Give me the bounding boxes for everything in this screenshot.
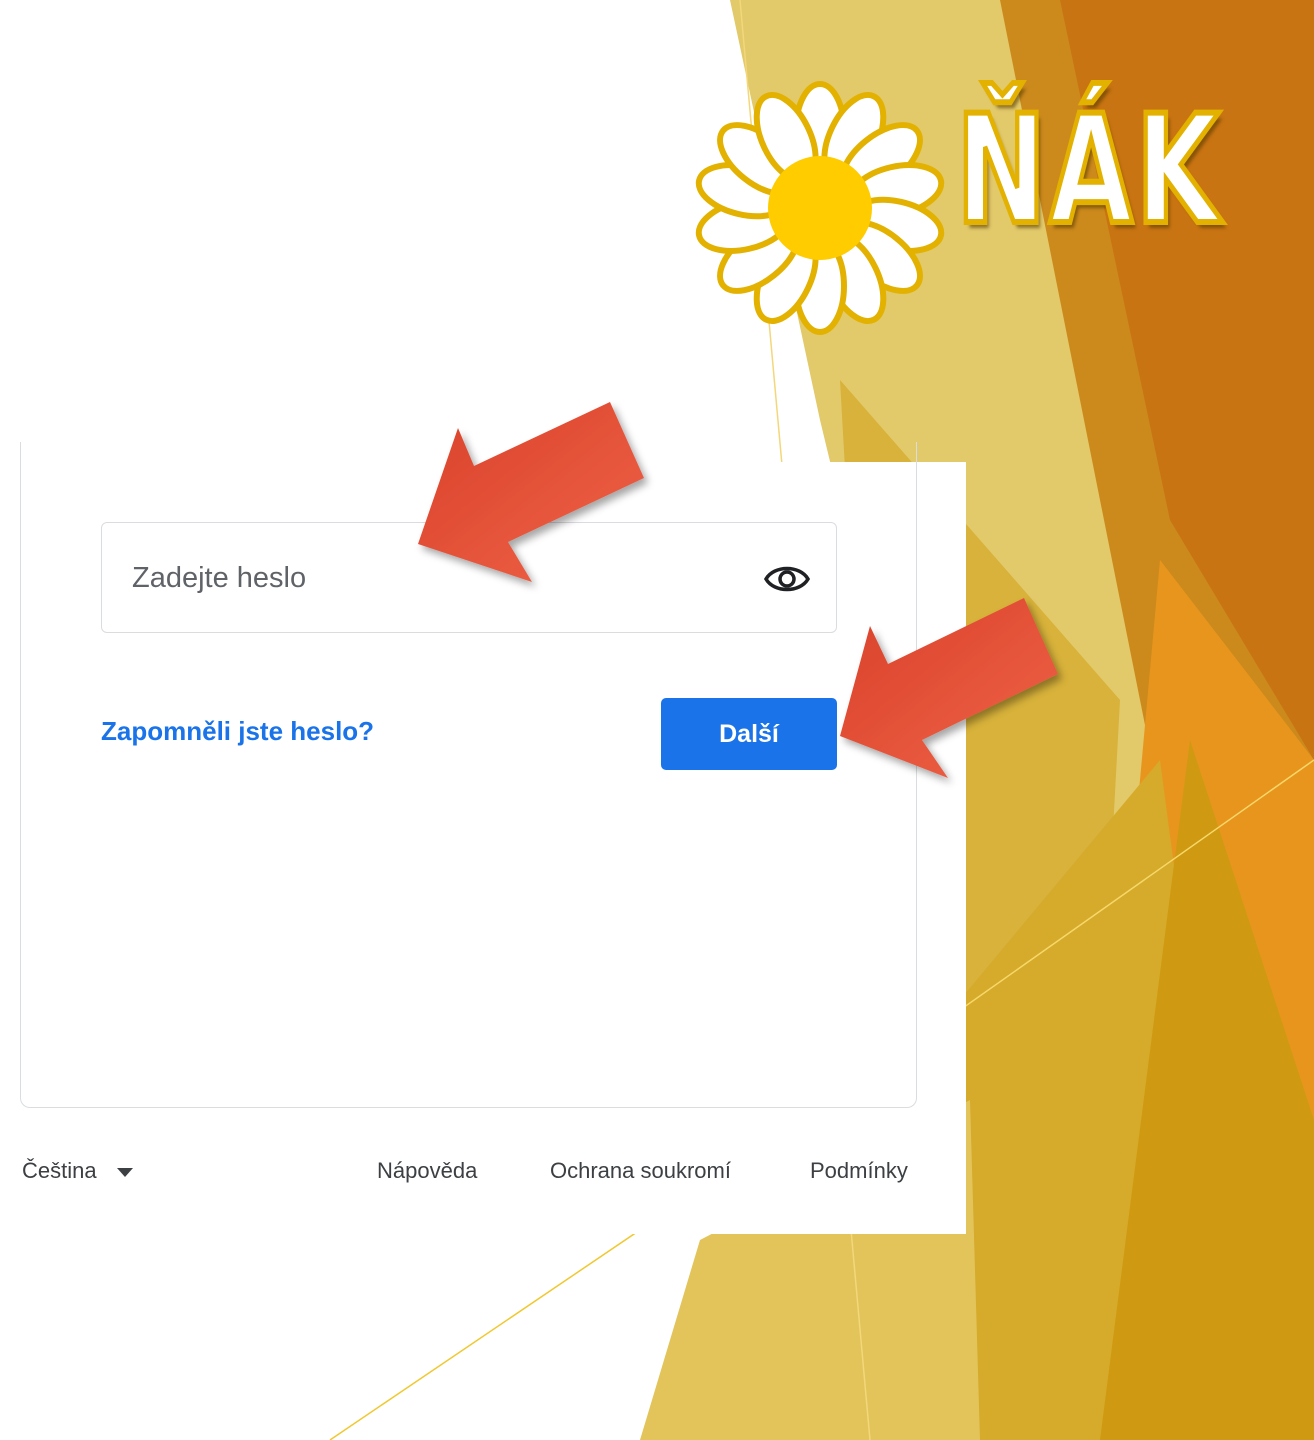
language-select[interactable]: Čeština — [22, 1158, 97, 1184]
daisy-center — [768, 156, 872, 260]
privacy-link[interactable]: Ochrana soukromí — [550, 1158, 731, 1184]
password-input[interactable] — [132, 553, 732, 603]
password-field — [101, 522, 837, 633]
help-link[interactable]: Nápověda — [377, 1158, 477, 1184]
logo-text: ŇÁK — [954, 84, 1223, 258]
login-card: Zapomněli jste heslo? Další Čeština Nápo… — [0, 442, 966, 1234]
eye-icon[interactable] — [762, 557, 812, 601]
footer: Čeština Nápověda Ochrana soukromí Podmín… — [0, 1156, 966, 1196]
next-button[interactable]: Další — [661, 698, 837, 770]
terms-link[interactable]: Podmínky — [810, 1158, 908, 1184]
caret-down-icon[interactable] — [117, 1168, 133, 1178]
forgot-password-link[interactable]: Zapomněli jste heslo? — [101, 716, 374, 747]
